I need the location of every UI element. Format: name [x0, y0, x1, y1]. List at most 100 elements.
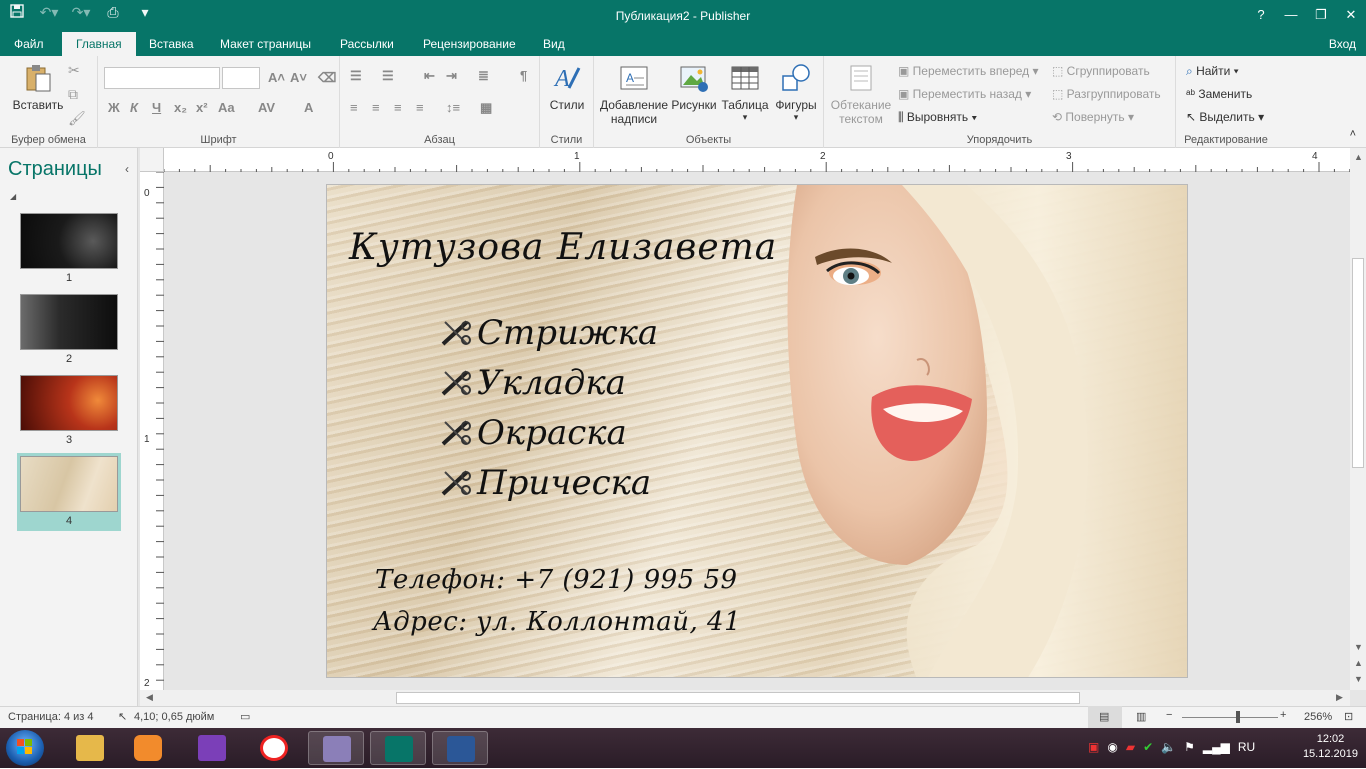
font-name-box[interactable]	[104, 67, 220, 89]
decrease-indent-icon[interactable]: ⇤	[424, 68, 435, 84]
business-card[interactable]: Кутузова Елизавета Стрижка Укладка Окрас…	[326, 184, 1188, 678]
change-case-button[interactable]: Aa	[218, 100, 235, 115]
underline-button[interactable]: Ч	[152, 100, 161, 115]
align-right-icon[interactable]: ≡	[394, 100, 402, 115]
clear-format-icon[interactable]: ⌫	[318, 70, 336, 86]
vertical-scrollbar[interactable]: ▲ ▼ ▲ ▼	[1350, 148, 1366, 690]
tray-network-status-icon[interactable]: ◉	[1107, 740, 1117, 754]
tab-mailings[interactable]: Рассылки	[326, 32, 408, 56]
page-thumbnail-3[interactable]: 3	[17, 372, 121, 450]
copy-icon[interactable]: ⧉	[68, 86, 78, 103]
taskbar-word[interactable]	[432, 731, 488, 765]
taskbar-visual-studio[interactable]	[184, 731, 240, 765]
increase-indent-icon[interactable]: ⇥	[446, 68, 457, 84]
service-item[interactable]: Прическа	[439, 463, 651, 503]
superscript-button[interactable]: x²	[196, 100, 208, 115]
styles-button[interactable]: A Стили	[546, 62, 588, 112]
service-item[interactable]: Окраска	[439, 413, 627, 453]
tab-review[interactable]: Рецензирование	[409, 32, 530, 56]
scroll-right-icon[interactable]: ▶	[1336, 692, 1343, 703]
sign-in-link[interactable]: Вход	[1329, 37, 1356, 51]
page-thumbnail-2[interactable]: 2	[17, 291, 121, 369]
numbering-icon[interactable]: ☰	[382, 68, 394, 84]
shapes-button[interactable]: Фигуры ▾	[772, 62, 820, 123]
close-button[interactable]: ✕	[1336, 0, 1366, 32]
columns-icon[interactable]: ≣	[478, 68, 489, 84]
ungroup-button[interactable]: ⬚ Разгруппировать	[1052, 87, 1161, 101]
card-address[interactable]: Адрес: ул. Коллонтай, 41	[373, 607, 741, 637]
horizontal-scrollbar[interactable]: ◀ ▶	[140, 690, 1350, 706]
font-color-button[interactable]: A	[304, 100, 313, 115]
add-textbox-button[interactable]: A Добавление надписи	[598, 62, 670, 126]
start-button[interactable]	[6, 730, 44, 766]
bullets-icon[interactable]: ☰	[350, 68, 362, 84]
scroll-up-icon[interactable]: ▲	[1354, 152, 1363, 162]
format-painter-icon[interactable]: 🖌	[68, 110, 86, 127]
line-spacing-icon[interactable]: ↕≡	[446, 100, 460, 115]
card-phone[interactable]: Телефон: +7 (921) 995 59	[375, 565, 738, 595]
align-center-icon[interactable]: ≡	[372, 100, 380, 115]
help-button[interactable]: ?	[1246, 0, 1276, 32]
volume-icon[interactable]: 🔈	[1161, 740, 1176, 754]
page-thumbnail-4[interactable]: 4	[17, 453, 121, 531]
bold-button[interactable]: Ж	[108, 100, 120, 115]
clock[interactable]: 12:02 15.12.2019	[1303, 732, 1358, 762]
grow-font-icon[interactable]: A˄	[268, 70, 285, 85]
tray-app-icon[interactable]: ▣	[1088, 740, 1099, 754]
paste-button[interactable]: Вставить	[10, 62, 66, 112]
card-name[interactable]: Кутузова Елизавета	[349, 227, 777, 268]
tab-file[interactable]: Файл	[0, 32, 58, 56]
tab-insert[interactable]: Вставка	[135, 32, 208, 56]
align-left-icon[interactable]: ≡	[350, 100, 358, 115]
taskbar-media-player[interactable]	[120, 731, 176, 765]
scroll-down-icon[interactable]: ▼	[1354, 642, 1363, 652]
align-button[interactable]: ⫼ Выровнять ▾	[898, 110, 977, 125]
collapse-panel-icon[interactable]: ‹	[125, 162, 129, 176]
send-backward-button[interactable]: ▣ Переместить назад ▾	[898, 87, 1031, 101]
shading-icon[interactable]: ▦	[480, 100, 492, 116]
pictures-button[interactable]: Рисунки	[670, 62, 718, 112]
replace-button[interactable]: ᵃᵇ Заменить	[1186, 87, 1252, 101]
tab-home[interactable]: Главная	[62, 32, 136, 56]
horizontal-scroll-thumb[interactable]	[396, 692, 1080, 704]
vertical-scroll-thumb[interactable]	[1352, 258, 1364, 468]
two-page-view-icon[interactable]: ▥	[1136, 710, 1146, 723]
service-item[interactable]: Укладка	[439, 363, 626, 403]
language-indicator[interactable]: RU	[1238, 740, 1255, 754]
tab-page-layout[interactable]: Макет страницы	[206, 32, 325, 56]
tab-view[interactable]: Вид	[529, 32, 579, 56]
page-thumbnail-1[interactable]: 1	[17, 210, 121, 288]
taskbar-save-app[interactable]	[308, 731, 364, 765]
italic-button[interactable]: К	[130, 100, 138, 115]
select-button[interactable]: ↖ Выделить ▾	[1186, 110, 1264, 124]
taskbar-explorer[interactable]	[62, 731, 118, 765]
tray-flag-icon[interactable]: ⚑	[1184, 740, 1195, 754]
find-button[interactable]: ⌕ Найти ▾	[1186, 64, 1239, 79]
zoom-out-icon[interactable]: −	[1166, 709, 1172, 721]
justify-icon[interactable]: ≡	[416, 100, 424, 115]
table-button[interactable]: Таблица ▾	[720, 62, 770, 123]
previous-page-icon[interactable]: ▲	[1354, 658, 1363, 668]
scroll-left-icon[interactable]: ◀	[146, 692, 153, 703]
pilcrow-icon[interactable]: ¶	[520, 68, 527, 83]
fit-page-icon[interactable]: ⊡	[1344, 710, 1353, 723]
next-page-icon[interactable]: ▼	[1354, 674, 1363, 684]
expand-section-icon[interactable]: ◢	[10, 192, 16, 201]
signal-icon[interactable]: ▂▄▆	[1203, 740, 1230, 754]
zoom-in-icon[interactable]: +	[1280, 709, 1286, 721]
service-item[interactable]: Стрижка	[439, 313, 658, 353]
zoom-level[interactable]: 256%	[1304, 711, 1332, 723]
page-indicator[interactable]: Страница: 4 из 4	[8, 711, 94, 723]
minimize-button[interactable]: —	[1276, 0, 1306, 32]
collapse-ribbon-icon[interactable]: ˄	[1350, 128, 1356, 140]
document-canvas[interactable]: Кутузова Елизавета Стрижка Укладка Окрас…	[164, 172, 1350, 690]
tray-ati-icon[interactable]: ▰	[1126, 740, 1135, 754]
bring-forward-button[interactable]: ▣ Переместить вперед ▾	[898, 64, 1039, 78]
rotate-button[interactable]: ⟲ Повернуть ▾	[1052, 110, 1134, 124]
zoom-slider-thumb[interactable]	[1236, 711, 1240, 723]
taskbar-yandex-browser[interactable]	[246, 731, 302, 765]
restore-button[interactable]: ❐	[1306, 0, 1336, 32]
group-button[interactable]: ⬚ Сгруппировать	[1052, 64, 1150, 78]
cut-icon[interactable]: ✂	[68, 62, 80, 79]
taskbar-publisher[interactable]	[370, 731, 426, 765]
